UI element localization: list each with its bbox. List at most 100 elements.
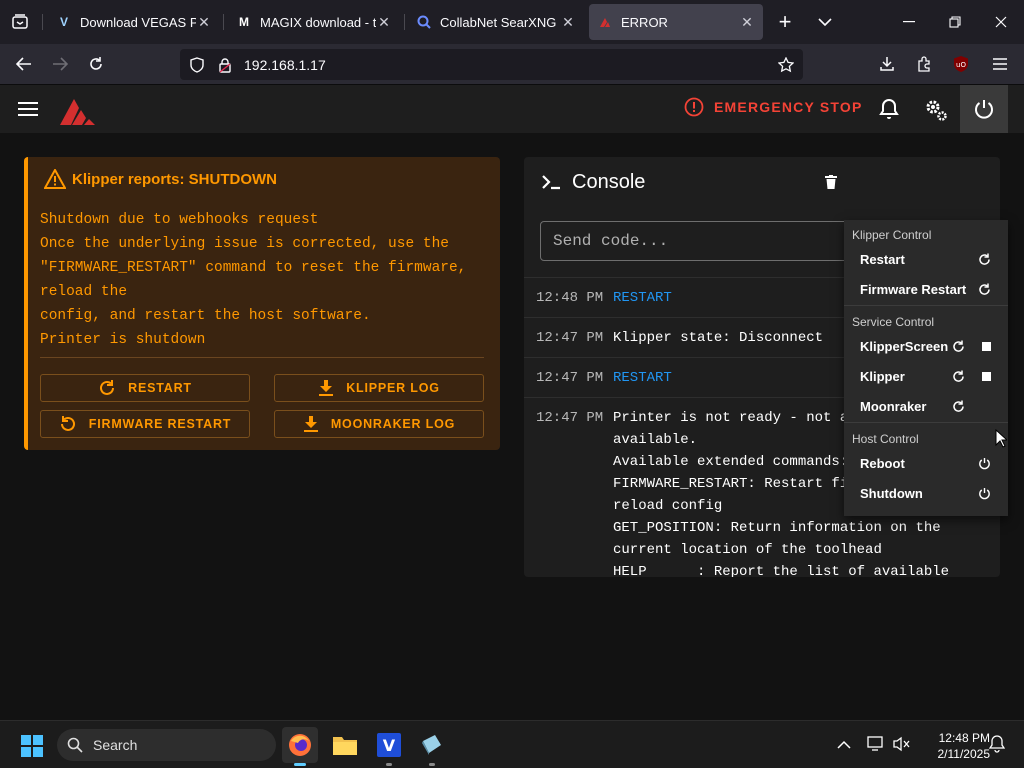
list-tabs-icon[interactable] [814,12,836,32]
tab-searxng[interactable]: CollabNet SearXNG ✕ [408,4,584,40]
stop-icon[interactable] [979,339,993,353]
firmware-restart-label: FIRMWARE RESTART [88,417,232,431]
klipper-control-header: Klipper Control [852,228,932,242]
close-window-icon[interactable] [990,12,1012,32]
mainsail-logo-icon[interactable] [58,93,98,127]
alert-line: "FIRMWARE_RESTART" command to reset the … [40,260,467,276]
network-icon[interactable] [866,735,886,753]
menu-klipper[interactable]: Klipper [860,369,905,384]
windows-taskbar: Search V 12:48 PM 2/11/2025 [0,720,1024,768]
new-tab-icon[interactable]: + [774,9,796,34]
cogs-icon[interactable] [923,97,949,123]
shield-icon[interactable] [188,56,206,74]
file-explorer-icon[interactable] [327,727,363,763]
tab-title: ERROR [621,14,668,30]
menu-divider [844,422,1008,423]
bookmark-star-icon[interactable] [777,56,795,74]
tab-error[interactable]: ERROR ✕ [589,4,763,40]
alert-title: Klipper reports: SHUTDOWN [44,169,277,189]
restart-icon[interactable] [951,399,965,413]
close-tab-icon[interactable]: ✕ [196,14,212,31]
mouse-cursor-icon [994,428,1008,448]
url-bar[interactable]: 192.168.1.17 [180,49,803,80]
notification-bell-icon[interactable] [988,735,1006,753]
browser-navbar: 192.168.1.17 uO [0,44,1024,85]
svg-text:V: V [383,736,396,755]
firefox-app-icon[interactable] [282,727,318,766]
download-icon [303,416,318,432]
ublock-icon[interactable]: uO [951,54,971,74]
firmware-restart-button[interactable]: FIRMWARE RESTART [40,410,250,438]
tab-separator [223,14,224,30]
firmware-restart-icon [60,416,75,431]
taskbar-search[interactable]: Search [57,729,276,761]
restart-icon[interactable] [977,252,991,266]
lock-icon[interactable] [216,56,234,74]
menu-firmware-restart[interactable]: Firmware Restart [860,282,966,297]
emergency-stop-label: EMERGENCY STOP [714,99,863,115]
emergency-stop-button[interactable]: EMERGENCY STOP [684,97,863,117]
screen: V Download VEGAS Pro T ✕ M MAGIX downloa… [0,0,1024,768]
stop-icon[interactable] [979,369,993,383]
power-icon [975,100,993,119]
windows-start-icon[interactable] [20,734,44,758]
reload-icon[interactable] [86,54,106,74]
tab-vegas[interactable]: V Download VEGAS Pro T ✕ [48,4,220,40]
alert-title-text: Klipper reports: SHUTDOWN [72,170,278,188]
vegas-app-icon[interactable]: V [371,727,407,766]
menu-klipperscreen[interactable]: KlipperScreen [860,339,948,354]
volume-muted-icon[interactable] [892,735,912,753]
power-button[interactable] [960,85,1008,133]
entry-time: 12:47 PM [536,410,604,426]
power-icon[interactable] [977,456,991,470]
alert-message: Shutdown due to webhooks request Once th… [40,208,486,352]
moonraker-log-button[interactable]: MOONRAKER LOG [274,410,484,438]
trash-icon[interactable] [822,173,840,191]
search-icon [416,14,432,30]
clock-date: 2/11/2025 [937,747,991,761]
bell-icon[interactable] [877,97,901,121]
menu-moonraker[interactable]: Moonraker [860,399,926,414]
power-icon[interactable] [977,486,991,500]
tab-title: Download VEGAS Pro T [80,14,196,30]
menu-shutdown[interactable]: Shutdown [860,486,923,501]
tab-magix[interactable]: M MAGIX download - tha ✕ [228,4,400,40]
service-control-header: Service Control [852,315,935,329]
close-tab-icon[interactable]: ✕ [560,14,576,31]
menu-icon[interactable] [990,54,1010,74]
close-tab-icon[interactable]: ✕ [739,14,755,31]
restart-button[interactable]: RESTART [40,374,250,402]
alert-line: Once the underlying issue is corrected, … [40,236,449,252]
tab-separator [404,14,405,30]
restart-icon[interactable] [977,282,991,296]
moonraker-log-label: MOONRAKER LOG [330,417,456,431]
klipper-log-label: KLIPPER LOG [346,381,440,395]
taskbar-clock[interactable]: 12:48 PM 2/11/2025 [918,730,991,762]
restore-icon[interactable] [944,12,966,32]
alert-divider [40,357,484,358]
send-code-placeholder: Send code... [553,232,669,250]
app-icon[interactable] [414,727,450,766]
alert-line: reload the [40,284,128,300]
menu-restart[interactable]: Restart [860,252,905,267]
alert-circle-icon [684,97,704,117]
magix-favicon-icon: M [239,15,249,29]
alert-line: Shutdown due to webhooks request [40,212,319,228]
menu-reboot[interactable]: Reboot [860,456,905,471]
chevron-up-icon[interactable] [836,736,852,752]
klipper-log-button[interactable]: KLIPPER LOG [274,374,484,402]
restart-label: RESTART [128,381,192,395]
restart-icon[interactable] [951,369,965,383]
close-tab-icon[interactable]: ✕ [376,14,392,31]
console-title: Console [572,171,646,193]
restart-icon[interactable] [951,339,965,353]
tab-manager-icon[interactable] [8,10,32,34]
extensions-icon[interactable] [914,54,934,74]
hamburger-icon[interactable] [16,97,40,121]
url-text: 192.168.1.17 [244,57,326,73]
downloads-icon[interactable] [877,54,897,74]
forward-icon[interactable] [50,54,70,74]
back-icon[interactable] [14,54,34,74]
minimize-icon[interactable] [898,12,920,32]
power-menu: Klipper Control Restart Firmware Restart… [844,220,1008,516]
